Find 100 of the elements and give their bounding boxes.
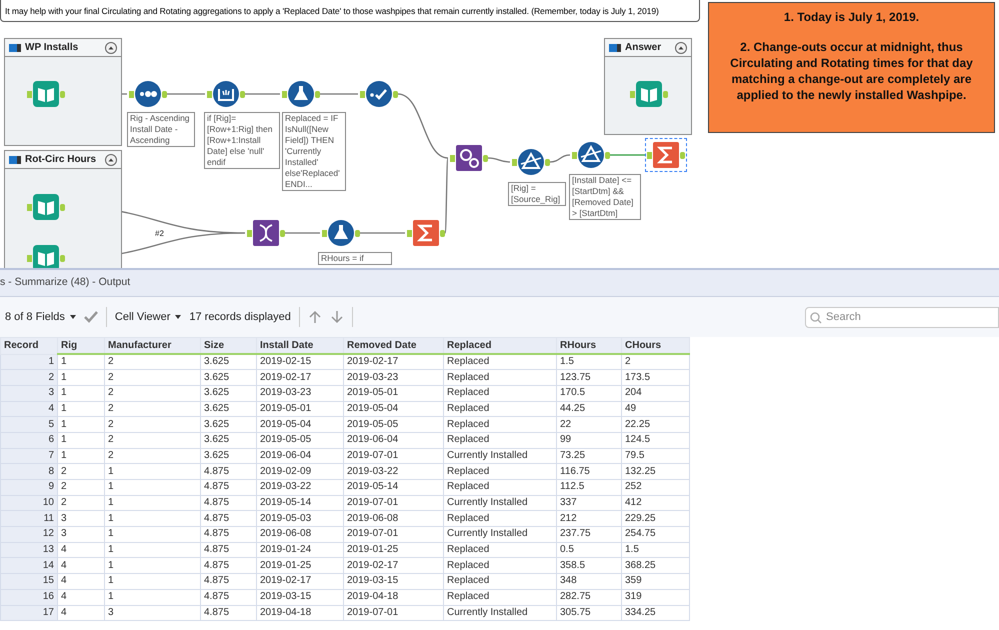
table-cell: Replaced: [444, 510, 556, 527]
table-cell: 170.5: [556, 385, 622, 402]
tool-annotation: RHours = if: [318, 252, 392, 265]
table-cell: 4.875: [200, 510, 256, 527]
record-number: 17: [0, 605, 58, 621]
search-icon: [810, 312, 822, 324]
table-cell: 1: [104, 558, 200, 574]
connector-line: [610, 154, 645, 156]
table-cell: 204: [622, 385, 690, 402]
table-cell: 4.875: [200, 589, 256, 605]
table-cell: 1: [58, 401, 104, 417]
table-cell: 305.75: [556, 605, 622, 621]
table-cell: 79.5: [622, 448, 690, 464]
table-cell: 22: [556, 416, 622, 432]
table-cell: 2019-02-17: [344, 354, 444, 370]
record-number: 5: [0, 416, 58, 432]
column-header[interactable]: Size: [200, 338, 256, 354]
table-cell: 4: [58, 605, 104, 621]
tool-node[interactable]: [645, 138, 687, 172]
container-icon: [609, 44, 621, 52]
search-field[interactable]: Search: [805, 306, 999, 328]
record-number: 1: [0, 354, 58, 370]
collapse-button[interactable]: [105, 154, 117, 166]
column-header[interactable]: Replaced: [444, 338, 556, 354]
column-header[interactable]: Install Date: [256, 338, 344, 354]
table-cell: 2019-05-14: [344, 480, 444, 496]
book-tool-icon: [26, 191, 66, 223]
table-cell: 2019-04-18: [344, 589, 444, 605]
note-text: 1. Today is July 1, 2019.: [782, 9, 920, 25]
connector-line: [360, 232, 405, 234]
table-cell: 2019-07-01: [344, 448, 444, 464]
table-cell: 2019-03-23: [256, 385, 344, 402]
table-cell: 2: [104, 401, 200, 417]
table-cell: 2: [622, 354, 690, 370]
column-header[interactable]: Manufacturer: [104, 338, 200, 354]
column-header[interactable]: Removed Date: [344, 338, 444, 354]
arrow-up-icon[interactable]: [308, 310, 322, 324]
arrow-down-icon[interactable]: [330, 310, 344, 324]
table-cell: 3.625: [200, 432, 256, 448]
viewer-dropdown[interactable]: Cell Viewer: [114, 308, 182, 326]
table-cell: 4.875: [200, 464, 256, 480]
multirow-tool-icon: [206, 78, 246, 110]
table-cell: 282.75: [556, 589, 622, 605]
table-cell: 1: [58, 354, 104, 370]
table-cell: 254.75: [622, 526, 690, 542]
table-cell: Replaced: [444, 401, 556, 417]
table-cell: 237.75: [556, 526, 622, 542]
table-cell: 2019-06-08: [256, 526, 344, 542]
table-cell: 4.875: [200, 558, 256, 574]
column-header[interactable]: Record: [0, 338, 58, 354]
column-header[interactable]: RHours: [556, 338, 622, 354]
table-cell: 2019-02-17: [256, 574, 344, 590]
table-cell: 212: [556, 510, 622, 527]
record-number: 6: [0, 432, 58, 448]
record-number: 8: [0, 464, 58, 480]
table-cell: 2019-05-01: [344, 385, 444, 402]
book-tool-icon: [629, 78, 669, 110]
table-cell: 3.625: [200, 401, 256, 417]
column-header[interactable]: Rig: [58, 338, 104, 354]
book-tool-icon: [26, 78, 66, 110]
column-header[interactable]: CHours: [622, 338, 690, 354]
table-cell: 412: [622, 495, 690, 511]
table-cell: Currently Installed: [444, 526, 556, 542]
prism-tool-icon: [511, 146, 551, 178]
connector-line: [285, 232, 320, 234]
table-cell: 4.875: [200, 495, 256, 511]
table-cell: 49: [622, 401, 690, 417]
table-cell: 2019-02-17: [344, 558, 444, 574]
table-cell: 3.625: [200, 448, 256, 464]
table-cell: 252: [622, 480, 690, 496]
tool-annotation: if [Rig]=[Row+1:Rig] then [Row+1:Install Date] else 'null' endif: [204, 112, 280, 169]
table-cell: 4.875: [200, 480, 256, 496]
table-cell: 1: [58, 448, 104, 464]
collapse-button[interactable]: [105, 42, 117, 54]
container-icon: [9, 44, 21, 52]
table-cell: Replaced: [444, 464, 556, 480]
collapse-button[interactable]: [675, 42, 687, 54]
fields-dropdown[interactable]: 8 of 8 Fields: [5, 308, 76, 326]
record-number: 9: [0, 480, 58, 496]
check-icon[interactable]: [84, 311, 98, 323]
table-cell: 1: [104, 589, 200, 605]
table-cell: 3: [104, 605, 200, 621]
table-cell: 368.25: [622, 558, 690, 574]
table-cell: 2019-05-05: [256, 432, 344, 448]
table-cell: 2019-05-04: [256, 416, 344, 432]
table-cell: 2019-05-14: [256, 495, 344, 511]
table-cell: 2019-07-01: [344, 495, 444, 511]
table-cell: 2019-02-17: [256, 370, 344, 386]
tool-annotation: [Install Date] <= [StartDtm] && [Removed Date] > [StartDtm]: [569, 174, 641, 220]
table-cell: 2019-02-09: [256, 464, 344, 480]
table-cell: 99: [556, 432, 622, 448]
table-cell: 3.625: [200, 385, 256, 402]
table-cell: 2019-06-04: [256, 448, 344, 464]
table-cell: 2019-04-18: [256, 605, 344, 621]
prism-tool-icon: [571, 139, 611, 171]
gears-tool-icon: [449, 142, 489, 174]
sigma-tool-icon: [406, 217, 446, 249]
records-count: 17 records displayed: [189, 310, 291, 325]
table-cell: 334.25: [622, 605, 690, 621]
table-cell: 124.5: [622, 432, 690, 448]
